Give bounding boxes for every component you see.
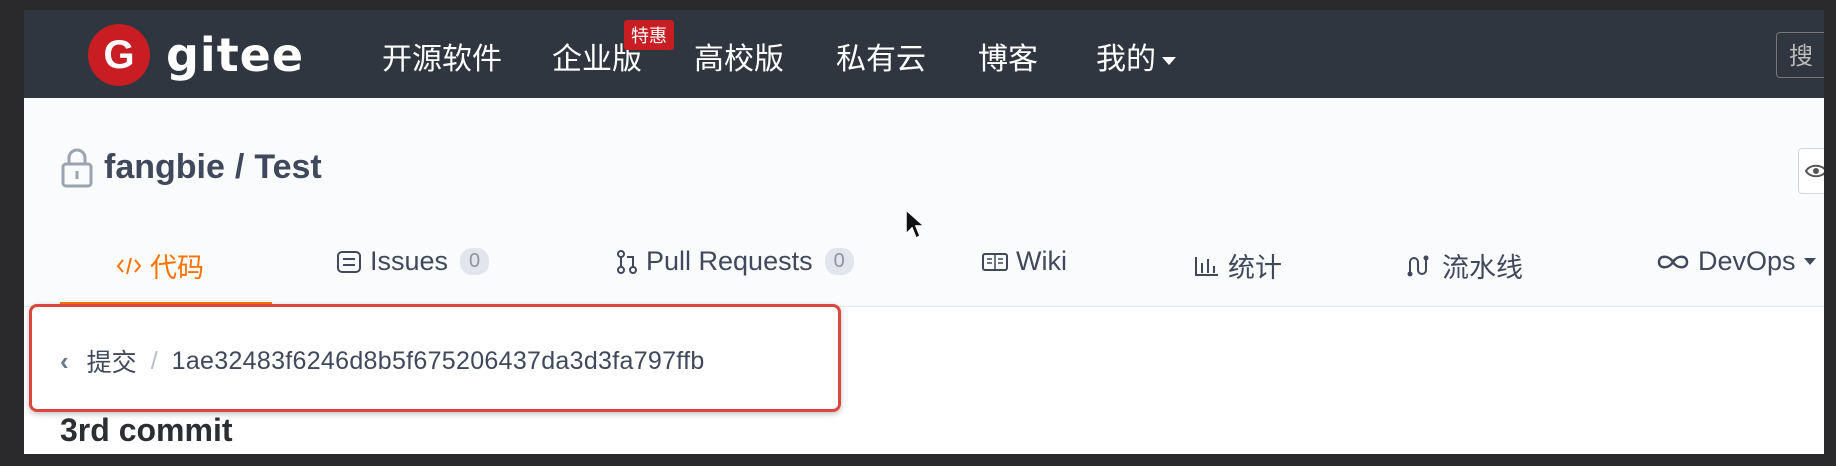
nav-open-source[interactable]: 开源软件 <box>382 34 502 78</box>
repo-name-link[interactable]: Test <box>254 148 321 187</box>
infinity-icon <box>1656 253 1690 271</box>
tab-pipeline-label: 流水线 <box>1442 253 1523 283</box>
repo-path-separator: / <box>234 147 245 186</box>
search-input[interactable]: 搜 <box>1776 32 1824 78</box>
repo-header: fangbie / Test 代码 Issues 0 Pull Requests… <box>24 98 1824 307</box>
tab-issues-label: Issues <box>370 246 449 276</box>
nav-mine-dropdown[interactable]: 我的 <box>1096 34 1176 78</box>
eye-icon <box>1805 164 1824 178</box>
stats-icon <box>1194 255 1220 277</box>
tab-wiki-label: Wiki <box>1016 246 1067 276</box>
mouse-cursor-icon <box>905 208 926 240</box>
chevron-left-icon[interactable]: ‹ <box>60 346 69 377</box>
gitee-logo-icon: G <box>88 24 150 86</box>
nav-education[interactable]: 高校版 <box>694 34 784 78</box>
repo-title: fangbie / Test <box>60 146 322 188</box>
gitee-logo-text: gitee <box>166 28 305 82</box>
breadcrumb-separator: / <box>150 346 158 375</box>
watch-button[interactable] <box>1798 148 1824 194</box>
issues-icon <box>336 250 362 274</box>
pipeline-icon <box>1406 254 1434 278</box>
tab-pull-requests[interactable]: Pull Requests 0 <box>616 246 854 277</box>
tab-wiki[interactable]: Wiki <box>982 246 1067 277</box>
nav-private-cloud[interactable]: 私有云 <box>836 34 926 78</box>
browser-viewport: G gitee 开源软件 企业版 特惠 高校版 私有云 博客 我的 搜 fang… <box>24 10 1824 454</box>
code-icon <box>116 255 142 277</box>
tab-pull-requests-label: Pull Requests <box>646 246 813 276</box>
tab-code[interactable]: 代码 <box>116 246 204 285</box>
breadcrumb-commits-link[interactable]: 提交 <box>87 343 137 379</box>
tab-devops-label: DevOps <box>1698 246 1796 276</box>
tab-devops-dropdown[interactable]: DevOps <box>1656 246 1816 277</box>
promo-badge: 特惠 <box>624 20 674 50</box>
tab-pipeline[interactable]: 流水线 <box>1406 246 1523 285</box>
wiki-icon <box>982 252 1008 272</box>
tab-issues[interactable]: Issues 0 <box>336 246 490 277</box>
top-navbar: G gitee 开源软件 企业版 特惠 高校版 私有云 博客 我的 搜 <box>24 10 1824 98</box>
tab-code-label: 代码 <box>150 253 204 283</box>
breadcrumb-commit-hash: 1ae32483f6246d8b5f675206437da3d3fa797ffb <box>171 346 705 375</box>
breadcrumb: ‹ 提交 / 1ae32483f6246d8b5f675206437da3d3f… <box>60 343 705 379</box>
repo-owner-link[interactable]: fangbie <box>104 148 225 187</box>
commit-message-title: 3rd commit <box>60 412 233 448</box>
lock-icon <box>61 148 93 188</box>
issues-count-badge: 0 <box>460 248 490 275</box>
nav-mine-label: 我的 <box>1096 42 1156 77</box>
chevron-down-icon <box>1803 258 1816 265</box>
pull-requests-count-badge: 0 <box>824 248 854 275</box>
nav-blog[interactable]: 博客 <box>978 34 1038 78</box>
tab-stats[interactable]: 统计 <box>1194 246 1282 285</box>
tab-stats-label: 统计 <box>1228 253 1282 283</box>
pull-request-icon <box>616 249 638 275</box>
chevron-down-icon <box>1162 56 1176 65</box>
gitee-logo[interactable]: G gitee <box>88 24 304 86</box>
